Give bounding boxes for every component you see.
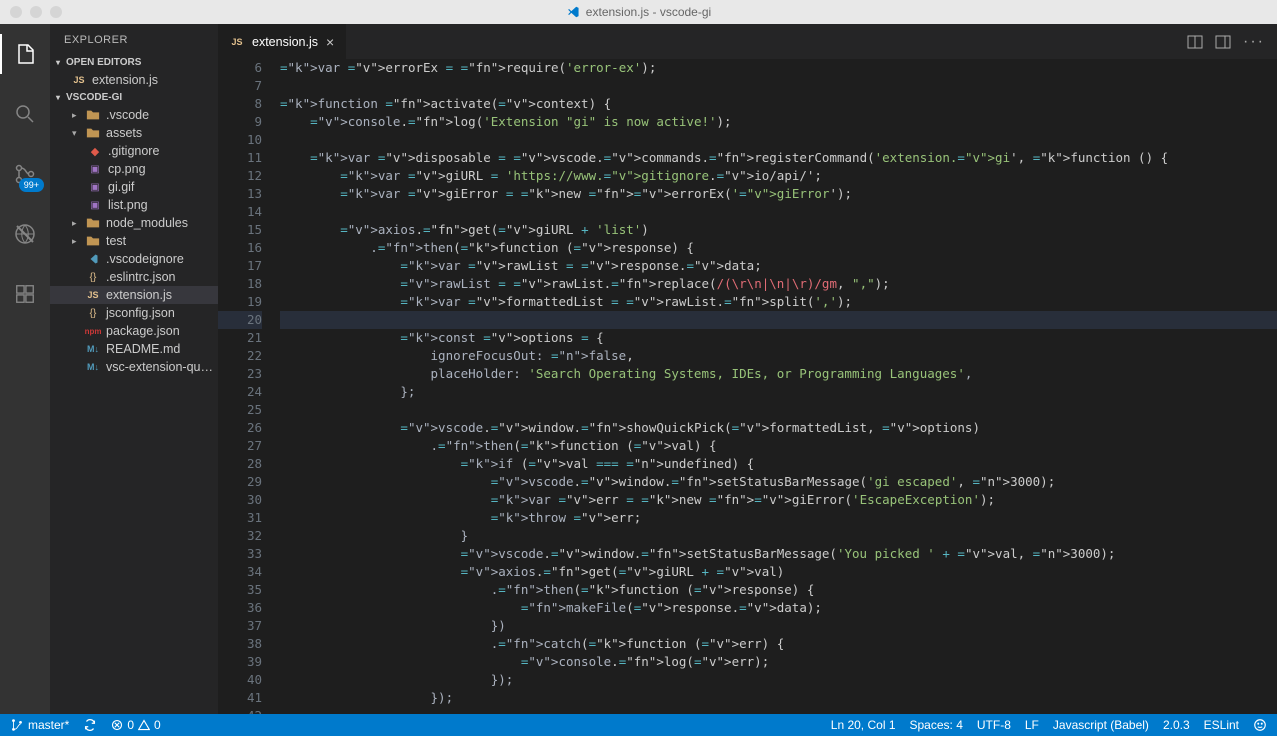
file-row[interactable]: ▣ gi.gif <box>50 178 218 196</box>
folder-row[interactable]: ▸ node_modules <box>50 214 218 232</box>
file-row[interactable]: JS extension.js <box>50 286 218 304</box>
eslint-status[interactable]: ESLint <box>1204 718 1239 732</box>
tab-extension-js[interactable]: JS extension.js × <box>218 24 347 59</box>
file-label: jsconfig.json <box>106 306 175 320</box>
source-control-activity-icon[interactable]: 99+ <box>0 154 50 194</box>
open-editors-section[interactable]: OPEN EDITORS <box>50 54 218 71</box>
sync-status[interactable] <box>83 718 97 732</box>
explorer-sidebar: EXPLORER OPEN EDITORS JS extension.js VS… <box>50 24 218 714</box>
tab-bar: JS extension.js × ··· <box>218 24 1277 59</box>
more-actions-icon[interactable]: ··· <box>1243 33 1265 51</box>
editor-area: JS extension.js × ··· 678910111213141516… <box>218 24 1277 714</box>
file-label: package.json <box>106 324 180 338</box>
file-row[interactable]: ▣ cp.png <box>50 160 218 178</box>
indentation-status[interactable]: Spaces: 4 <box>910 718 963 732</box>
file-label: .vscodeignore <box>106 252 184 266</box>
encoding-status[interactable]: UTF-8 <box>977 718 1011 732</box>
scm-badge: 99+ <box>19 178 44 192</box>
minimize-window-icon[interactable] <box>30 6 42 18</box>
file-label: node_modules <box>106 216 188 230</box>
code-editor[interactable]: 6789101112131415161718192021222324252627… <box>218 59 1277 714</box>
extensions-activity-icon[interactable] <box>0 274 50 314</box>
js-icon: JS <box>86 288 100 302</box>
version-status[interactable]: 2.0.3 <box>1163 718 1190 732</box>
vscode-icon <box>566 5 580 19</box>
file-label: extension.js <box>92 73 158 87</box>
file-row[interactable]: ◆ .gitignore <box>50 142 218 160</box>
folder-icon <box>86 234 100 248</box>
folder-icon <box>86 126 100 140</box>
folder-row[interactable]: ▸ .vscode <box>50 106 218 124</box>
debug-activity-icon[interactable] <box>0 214 50 254</box>
json-icon: {} <box>86 306 100 320</box>
toggle-panel-icon[interactable] <box>1215 34 1231 50</box>
vscode-file-icon <box>86 252 100 266</box>
file-label: extension.js <box>106 288 172 302</box>
file-label: gi.gif <box>108 180 134 194</box>
search-activity-icon[interactable] <box>0 94 50 134</box>
npm-icon: npm <box>86 324 100 338</box>
file-label: .gitignore <box>108 144 159 158</box>
file-label: assets <box>106 126 142 140</box>
status-bar: master* 0 0 Ln 20, Col 1 Spaces: 4 UTF-8… <box>0 714 1277 736</box>
file-row[interactable]: {} .eslintrc.json <box>50 268 218 286</box>
file-label: vsc-extension-qu… <box>106 360 213 374</box>
window-title: extension.js - vscode-gi <box>566 5 711 19</box>
git-branch-status[interactable]: master* <box>10 718 69 732</box>
folder-icon <box>86 108 100 122</box>
file-label: .eslintrc.json <box>106 270 175 284</box>
split-editor-icon[interactable] <box>1187 34 1203 50</box>
maximize-window-icon[interactable] <box>50 6 62 18</box>
image-icon: ▣ <box>88 198 102 212</box>
file-label: .vscode <box>106 108 149 122</box>
file-label: cp.png <box>108 162 146 176</box>
twist-icon: ▸ <box>72 236 80 247</box>
image-icon: ▣ <box>88 162 102 176</box>
file-row[interactable]: {} jsconfig.json <box>50 304 218 322</box>
markdown-icon: M↓ <box>86 360 100 374</box>
line-gutter: 6789101112131415161718192021222324252627… <box>218 59 280 714</box>
title-bar: extension.js - vscode-gi <box>0 0 1277 24</box>
file-label: README.md <box>106 342 180 356</box>
cursor-position-status[interactable]: Ln 20, Col 1 <box>831 718 896 732</box>
project-section[interactable]: VSCODE-GI <box>50 89 218 106</box>
js-icon: JS <box>230 35 244 49</box>
image-icon: ▣ <box>88 180 102 194</box>
language-status[interactable]: Javascript (Babel) <box>1053 718 1149 732</box>
file-label: list.png <box>108 198 148 212</box>
activity-bar: 99+ <box>0 24 50 714</box>
file-row[interactable]: M↓ vsc-extension-qu… <box>50 358 218 376</box>
js-icon: JS <box>72 73 86 87</box>
problems-status[interactable]: 0 0 <box>111 718 160 732</box>
twist-icon: ▸ <box>72 218 80 229</box>
eol-status[interactable]: LF <box>1025 718 1039 732</box>
folder-row[interactable]: ▾ assets <box>50 124 218 142</box>
twist-icon: ▸ <box>72 110 80 121</box>
explorer-activity-icon[interactable] <box>0 34 50 74</box>
feedback-icon[interactable] <box>1253 718 1267 732</box>
explorer-title: EXPLORER <box>50 24 218 54</box>
git-icon: ◆ <box>88 144 102 158</box>
close-window-icon[interactable] <box>10 6 22 18</box>
file-label: test <box>106 234 126 248</box>
folder-row[interactable]: ▸ test <box>50 232 218 250</box>
code-content[interactable]: ="k">var ="v">errorEx = ="fn">require('e… <box>280 59 1277 714</box>
folder-icon <box>86 216 100 230</box>
markdown-icon: M↓ <box>86 342 100 356</box>
tab-label: extension.js <box>252 35 318 49</box>
file-row[interactable]: ▣ list.png <box>50 196 218 214</box>
open-editor-item[interactable]: JS extension.js <box>50 71 218 89</box>
traffic-lights <box>0 6 62 18</box>
close-tab-icon[interactable]: × <box>326 34 334 50</box>
file-row[interactable]: .vscodeignore <box>50 250 218 268</box>
file-row[interactable]: M↓ README.md <box>50 340 218 358</box>
file-row[interactable]: npm package.json <box>50 322 218 340</box>
json-icon: {} <box>86 270 100 284</box>
twist-icon: ▾ <box>72 128 80 139</box>
